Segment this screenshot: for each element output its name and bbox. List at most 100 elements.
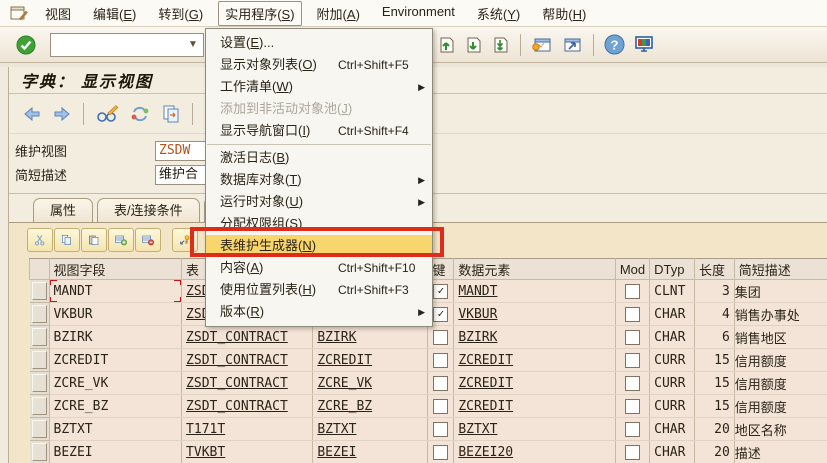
row-selector-button[interactable]	[31, 397, 47, 415]
refresh-button[interactable]	[127, 102, 153, 126]
key-checkbox[interactable]: ✓	[433, 306, 449, 322]
key-checkbox[interactable]: ✓	[433, 283, 449, 299]
key-checkbox[interactable]	[433, 444, 449, 460]
menubar-item[interactable]: 实用程序(S)	[218, 0, 302, 26]
copy-button[interactable]	[54, 228, 80, 252]
menu-item[interactable]: 内容(A) Ctrl+Shift+F10	[206, 257, 432, 279]
cell-field[interactable]: ZCRE_VK	[312, 371, 429, 395]
key-fields-button[interactable]	[172, 228, 198, 252]
menubar-item[interactable]: 系统(Y)	[470, 1, 527, 26]
key-checkbox[interactable]	[433, 375, 449, 391]
cell-field[interactable]: ZCREDIT	[312, 348, 429, 372]
select-all-header[interactable]	[29, 258, 50, 280]
cell-data_element[interactable]: ZCREDIT	[453, 394, 616, 418]
tab[interactable]: 表/连接条件	[97, 198, 200, 222]
cell-data_element[interactable]: VKBUR	[453, 302, 616, 326]
menu-item[interactable]: 工作清单(W) ▶	[206, 76, 432, 98]
back-button[interactable]	[20, 103, 44, 125]
menu-item[interactable]: 运行时对象(U) ▶	[206, 191, 432, 213]
cell-field[interactable]: BZTXT	[312, 417, 429, 441]
mod-checkbox[interactable]	[624, 444, 640, 460]
page-last-button[interactable]	[489, 33, 512, 57]
menubar-item[interactable]: 附加(A)	[310, 1, 367, 26]
key-checkbox[interactable]	[433, 421, 449, 437]
cell-data_element[interactable]: ZCREDIT	[453, 371, 616, 395]
key-checkbox[interactable]	[433, 329, 449, 345]
row-selector-cell	[29, 417, 50, 441]
cell-field[interactable]: ZCRE_BZ	[312, 394, 429, 418]
cell-table[interactable]: ZSDT_CONTRACT	[181, 394, 314, 418]
key-checkbox[interactable]	[433, 352, 449, 368]
toolbar-separator	[593, 33, 594, 56]
mod-checkbox[interactable]	[624, 306, 640, 322]
column-header-mod[interactable]: Mod	[614, 258, 651, 280]
cell-data_element[interactable]: BEZEI20	[453, 440, 616, 463]
mod-checkbox[interactable]	[624, 283, 640, 299]
display-change-button[interactable]	[93, 102, 121, 126]
help-button[interactable]: ?	[602, 32, 627, 57]
menu-item[interactable]: 添加到非活动对象池(J)	[206, 98, 432, 120]
menubar-item[interactable]: 转到(G)	[151, 1, 210, 26]
cell-table[interactable]: T171T	[181, 417, 314, 441]
cell-table[interactable]: ZSDT_CONTRACT	[181, 348, 314, 372]
menu-item[interactable]: 使用位置列表(H) Ctrl+Shift+F3	[206, 279, 432, 301]
column-header-length[interactable]: 长度	[693, 258, 735, 280]
row-selector-button[interactable]	[31, 328, 47, 346]
copy-object-button[interactable]	[159, 102, 183, 126]
cut-button[interactable]	[27, 228, 53, 252]
enter-check-button[interactable]	[14, 33, 38, 57]
menu-item-label: 显示对象列表(O)	[220, 57, 317, 72]
mod-checkbox[interactable]	[624, 375, 640, 391]
row-selector-button[interactable]	[31, 374, 47, 392]
mod-checkbox[interactable]	[624, 329, 640, 345]
mod-checkbox[interactable]	[624, 352, 640, 368]
row-selector-button[interactable]	[31, 282, 47, 300]
column-header-dtyp[interactable]: DTyp	[649, 258, 695, 280]
column-header-short_desc[interactable]: 简短描述	[733, 258, 827, 280]
create-shortcut-button[interactable]	[559, 33, 585, 57]
combo-dropdown-icon[interactable]: ▼	[183, 39, 203, 50]
cell-length: 15	[694, 394, 735, 418]
mod-checkbox[interactable]	[624, 421, 640, 437]
customize-layout-button[interactable]	[631, 32, 657, 57]
cell-field[interactable]: BZIRK	[312, 325, 429, 349]
cell-field[interactable]: BEZEI	[312, 440, 429, 463]
menubar-item[interactable]: 视图	[38, 1, 78, 26]
menu-item[interactable]: 版本(R) ▶	[206, 301, 432, 323]
menu-item[interactable]: 数据库对象(T) ▶	[206, 169, 432, 191]
cell-data_element[interactable]: BZIRK	[453, 325, 616, 349]
cell-data_element[interactable]: ZCREDIT	[453, 348, 616, 372]
row-selector-button[interactable]	[31, 305, 47, 323]
paste-button[interactable]	[81, 228, 107, 252]
menu-item[interactable]: 显示对象列表(O) Ctrl+Shift+F5	[206, 54, 432, 76]
key-checkbox[interactable]	[433, 398, 449, 414]
delete-row-button[interactable]	[135, 228, 161, 252]
forward-button[interactable]	[50, 103, 74, 125]
menubar-item[interactable]: 帮助(H)	[535, 1, 593, 26]
page-up-button[interactable]	[435, 33, 458, 57]
menu-item[interactable]: 显示导航窗口(I) Ctrl+Shift+F4	[206, 120, 432, 142]
menu-item[interactable]: 设置(E)...	[206, 32, 432, 54]
menubar-item[interactable]: 编辑(E)	[86, 1, 143, 26]
cell-data_element[interactable]: MANDT	[453, 279, 616, 303]
row-selector-button[interactable]	[31, 351, 47, 369]
cell-table[interactable]: ZSDT_CONTRACT	[181, 371, 314, 395]
new-session-button[interactable]	[529, 33, 555, 57]
cell-table[interactable]: ZSDT_CONTRACT	[181, 325, 314, 349]
mod-checkbox[interactable]	[624, 398, 640, 414]
menu-item[interactable]: 激活日志(B)	[206, 147, 432, 169]
row-selector-button[interactable]	[31, 443, 47, 461]
column-header-view_field[interactable]: 视图字段	[48, 258, 183, 280]
column-header-data_element[interactable]: 数据元素	[453, 258, 616, 280]
insert-row-button[interactable]	[108, 228, 134, 252]
command-field[interactable]	[53, 34, 183, 55]
row-selector-button[interactable]	[31, 420, 47, 438]
tab[interactable]: 属性	[33, 198, 94, 222]
menubar-item[interactable]: Environment	[375, 1, 462, 26]
menu-item[interactable]: 表维护生成器(N)	[206, 235, 432, 257]
page-down-button[interactable]	[462, 33, 485, 57]
short-description-label: 简短描述	[15, 168, 68, 183]
cell-table[interactable]: TVKBT	[181, 440, 314, 463]
cell-data_element[interactable]: BZTXT	[453, 417, 616, 441]
menu-item[interactable]: 分配权限组(S)	[206, 213, 432, 235]
